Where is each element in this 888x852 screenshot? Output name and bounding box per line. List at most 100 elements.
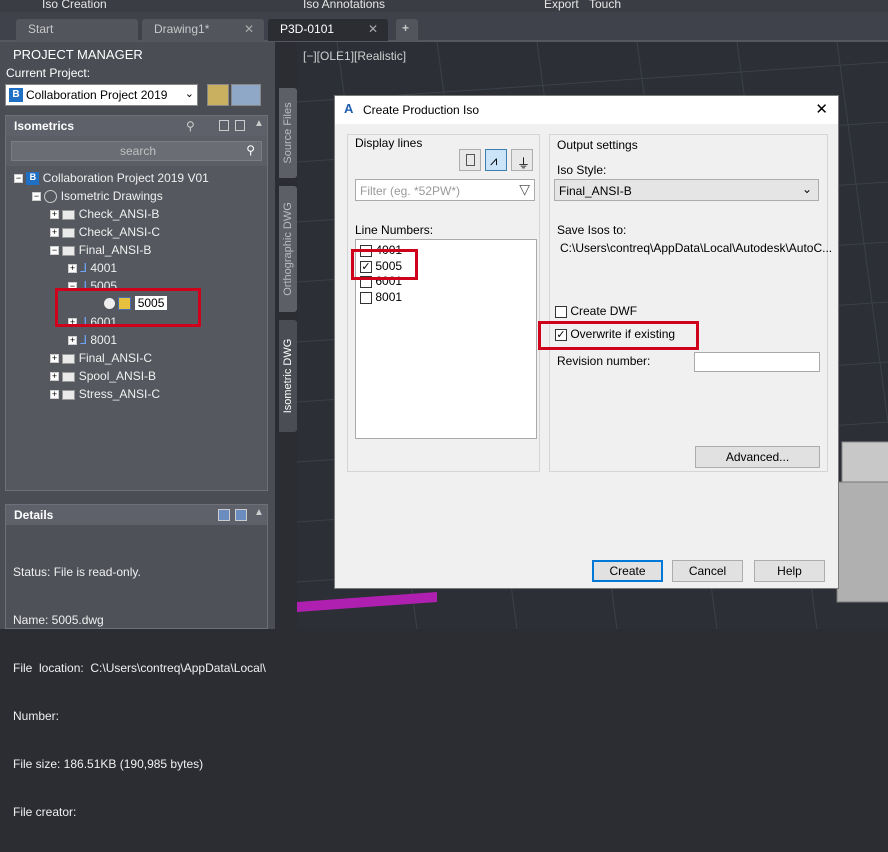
line-item-8001[interactable]: 8001 [360,290,402,304]
folder-icon [62,209,76,220]
tree-label: 8001 [90,333,118,347]
search-input[interactable]: search ⚲ [11,141,262,161]
line-numbers-label: Line Numbers: [355,223,434,237]
tree-label: Collaboration Project 2019 V01 [42,171,209,185]
folder-icon [62,389,76,400]
highlight-box [351,249,418,280]
collapse-icon[interactable]: − [50,246,59,256]
tree-node-final-ansi-b[interactable]: − Final_ANSI-B [50,243,151,259]
plus-icon: + [402,21,410,35]
close-icon[interactable]: ✕ [368,22,378,36]
current-project-dropdown[interactable]: B Collaboration Project 2019 ⌄ [5,84,198,106]
preview-view-icon[interactable] [235,509,247,521]
details-view-icon[interactable] [218,509,230,521]
tab-label: Drawing1* [154,22,210,36]
tree-node-final-ansi-c[interactable]: + Final_ANSI-C [50,351,152,367]
cancel-button[interactable]: Cancel [672,560,743,582]
tree-label: 4001 [90,261,118,275]
ribbon-bar: Iso Creation Iso Annotations Export Touc… [0,0,888,12]
list-view-icon[interactable] [459,149,481,171]
tree-node-isometric-drawings[interactable]: − Isometric Drawings [32,189,163,205]
details-list: Status: File is read-only. Name: 5005.dw… [13,532,266,852]
dialog-titlebar: A Create Production Iso ✕ [335,96,838,124]
expand-icon[interactable]: + [50,228,59,238]
tree-node-check-ansi-c[interactable]: + Check_ANSI-C [50,225,160,241]
output-settings-label: Output settings [557,138,638,152]
search-icon: ⚲ [246,143,255,157]
expand-icon[interactable]: + [50,210,59,220]
filter-select-icon[interactable]: ⏚ [511,149,533,171]
tree-label: Check_ANSI-C [78,225,161,239]
checkbox[interactable] [360,291,372,304]
highlight-box [538,321,699,350]
dialog-title: Create Production Iso [363,103,480,117]
ribbon-iso-creation[interactable]: Iso Creation [42,0,107,11]
highlight-box [55,288,201,327]
help-button[interactable]: Help [754,560,825,582]
create-button[interactable]: Create [592,560,663,582]
collapse-icon[interactable]: − [32,192,41,202]
iso-style-value: Final_ANSI-B [559,184,632,198]
revision-input[interactable] [694,352,820,372]
preview-view-icon[interactable] [235,120,245,131]
collapse-icon[interactable]: − [14,174,23,184]
tab-label: Source Files [282,102,294,164]
tab-isometric-dwg[interactable]: Isometric DWG [279,320,297,432]
checkbox[interactable] [555,305,567,318]
expand-icon[interactable]: + [50,372,59,382]
detail-creator: File creator: [13,805,77,819]
document-tab-bar: Start Drawing1* ✕ P3D-0101 ✕ + [0,12,888,42]
advanced-button[interactable]: Advanced... [695,446,820,468]
tree-node-check-ansi-b[interactable]: + Check_ANSI-B [50,207,159,223]
current-project-value: Collaboration Project 2019 [26,88,168,102]
folder-icon [62,227,76,238]
close-icon[interactable]: ✕ [244,22,254,36]
tab-label: Start [28,22,54,36]
revision-label: Revision number: [557,354,651,368]
pipe-select-icon[interactable]: ⩘ [485,149,507,171]
collapse-icon[interactable]: ▲ [254,118,264,129]
tab-start[interactable]: Start [16,19,138,41]
tree-node-spool-ansi-b[interactable]: + Spool_ANSI-B [50,369,156,385]
expand-icon[interactable]: + [50,390,59,400]
ribbon-touch[interactable]: Touch [589,0,621,11]
create-dwf-option[interactable]: Create DWF [555,304,637,318]
ribbon-export[interactable]: Export [544,0,579,11]
filter-input[interactable]: Filter (eg. *52PW*) ▽ [355,179,535,201]
folder-icon [62,245,76,256]
folder-icon [62,371,76,382]
iso-style-dropdown[interactable]: Final_ANSI-B ⌄ [554,179,819,201]
ribbon-iso-annotations[interactable]: Iso Annotations [303,0,385,11]
details-section: Details ▲ Status: File is read-only. Nam… [5,504,268,819]
display-lines-label: Display lines [355,136,423,150]
zoom-icon[interactable]: ⚲ [186,119,195,133]
tree-label: Check_ANSI-B [78,207,160,221]
expand-icon[interactable]: + [68,264,77,274]
close-icon[interactable]: ✕ [815,100,828,118]
tab-drawing1[interactable]: Drawing1* ✕ [142,19,264,41]
tree-node-project[interactable]: − B Collaboration Project 2019 V01 [14,171,209,187]
details-view-icon[interactable] [219,120,229,131]
tree-node-4001[interactable]: + ⅃ 4001 [68,261,117,277]
iso-style-label: Iso Style: [557,163,607,177]
project-setup-icon[interactable] [207,84,229,106]
drawings-icon [44,190,58,204]
viewport-label[interactable]: [−][OLE1][Realistic] [303,49,406,63]
iso-tree: − B Collaboration Project 2019 V01 − Iso… [6,166,267,490]
tree-node-8001[interactable]: + ⅃ 8001 [68,333,117,349]
tab-source-files[interactable]: Source Files [279,88,297,178]
new-tab-button[interactable]: + [396,19,418,41]
expand-icon[interactable]: + [50,354,59,364]
tree-label: Spool_ANSI-B [78,369,157,383]
project-tools-icon[interactable] [231,84,261,106]
tab-p3d-0101[interactable]: P3D-0101 ✕ [268,19,388,41]
detail-name: Name: 5005.dwg [13,613,104,627]
folder-icon [62,353,76,364]
tree-node-stress-ansi-c[interactable]: + Stress_ANSI-C [50,387,160,403]
collapse-icon[interactable]: ▲ [254,507,264,518]
search-placeholder: search [120,144,157,158]
chevron-down-icon: ⌄ [801,182,812,196]
filter-icon: ▽ [519,181,530,197]
tab-orthographic-dwg[interactable]: Orthographic DWG [279,186,297,312]
expand-icon[interactable]: + [68,336,77,346]
